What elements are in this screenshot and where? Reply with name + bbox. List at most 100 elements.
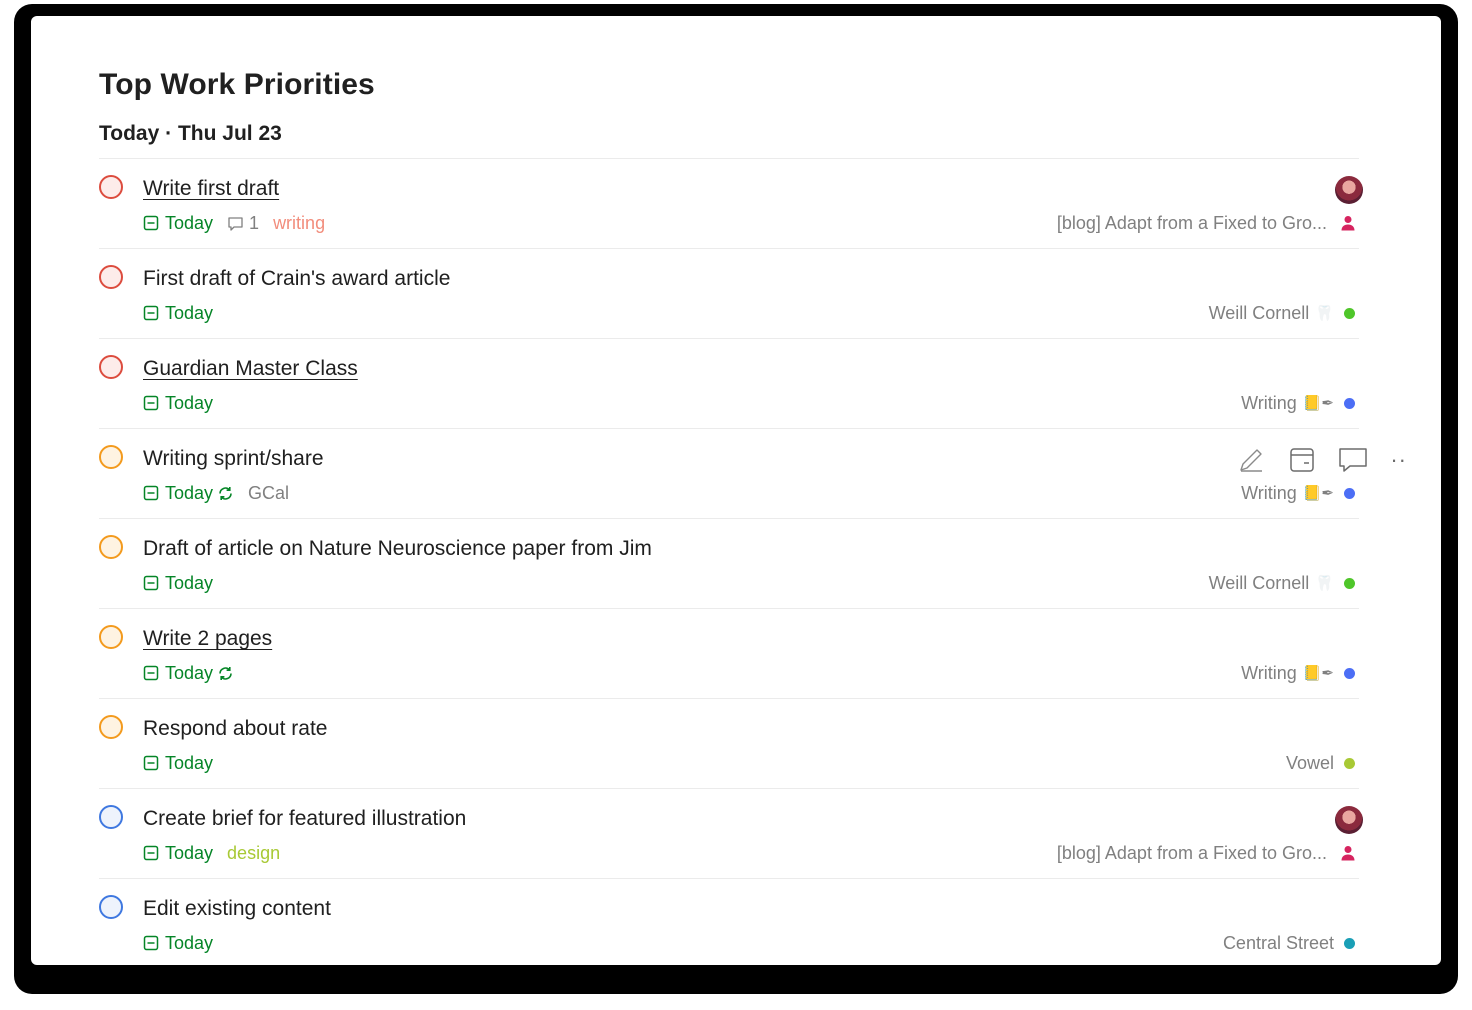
comment-count-label: 1 bbox=[249, 212, 260, 233]
project-info[interactable]: Vowel bbox=[1286, 752, 1355, 774]
calendar-icon bbox=[143, 305, 159, 321]
assignee-person-icon bbox=[1341, 216, 1355, 231]
project-info[interactable]: Central Street bbox=[1223, 932, 1355, 954]
comment-button[interactable] bbox=[1338, 445, 1368, 475]
project-info[interactable]: [blog] Adapt from a Fixed to Gro... bbox=[1057, 212, 1355, 234]
schedule-button[interactable] bbox=[1287, 445, 1317, 475]
project-color-dot bbox=[1344, 667, 1355, 679]
due-date-label: Today bbox=[165, 392, 214, 413]
task-title[interactable]: Writing sprint/share bbox=[143, 447, 324, 471]
due-date-label: Today bbox=[165, 212, 214, 233]
task-row[interactable]: Write first draft Today 1 writing [blog]… bbox=[99, 158, 1363, 248]
priority-2-checkbox[interactable] bbox=[99, 715, 123, 739]
task-row[interactable]: Guardian Master Class Today Writing 📒✒ bbox=[99, 338, 1359, 428]
priority-1-checkbox[interactable] bbox=[99, 265, 123, 289]
calendar-icon bbox=[143, 935, 159, 951]
due-date-label: Today bbox=[165, 842, 214, 863]
tooth-emoji-icon: 🦷 bbox=[1315, 575, 1334, 592]
priority-2-checkbox[interactable] bbox=[99, 535, 123, 559]
project-color-dot bbox=[1344, 577, 1355, 589]
due-date-label: Today bbox=[165, 482, 214, 503]
due-date[interactable]: Today bbox=[143, 843, 213, 864]
task-title[interactable]: Create brief for featured illustration bbox=[143, 807, 466, 831]
project-info[interactable]: Writing 📒✒ bbox=[1241, 662, 1355, 684]
task-row[interactable]: Edit existing content Today Central Stre… bbox=[99, 878, 1359, 965]
calendar-icon bbox=[143, 485, 159, 501]
project-info[interactable]: Writing 📒✒ bbox=[1241, 392, 1355, 414]
due-date-label: Today bbox=[165, 932, 214, 953]
comment-icon bbox=[228, 216, 243, 231]
due-date-label: Today bbox=[165, 302, 214, 323]
task-row[interactable]: Draft of article on Nature Neuroscience … bbox=[99, 518, 1359, 608]
page-title: Top Work Priorities bbox=[99, 68, 375, 101]
task-title[interactable]: Write 2 pages bbox=[143, 627, 272, 651]
project-name: Weill Cornell bbox=[1208, 572, 1310, 593]
project-name: Writing bbox=[1241, 662, 1297, 683]
label-writing[interactable]: writing bbox=[273, 213, 325, 234]
due-date[interactable]: Today bbox=[143, 303, 213, 324]
priority-1-checkbox[interactable] bbox=[99, 355, 123, 379]
project-info[interactable]: Writing 📒✒ bbox=[1241, 482, 1355, 504]
task-row[interactable]: First draft of Crain's award article Tod… bbox=[99, 248, 1359, 338]
project-view: Top Work Priorities Today · Thu Jul 23 W… bbox=[31, 16, 1441, 965]
due-date-label: Today bbox=[165, 572, 214, 593]
recurring-icon bbox=[219, 666, 232, 680]
due-date[interactable]: Today bbox=[143, 483, 234, 504]
comment-count[interactable]: 1 bbox=[227, 213, 259, 234]
project-info[interactable]: Weill Cornell 🦷 bbox=[1209, 302, 1355, 324]
calendar-icon bbox=[143, 665, 159, 681]
due-date[interactable]: Today bbox=[143, 933, 213, 954]
task-row[interactable]: Write 2 pages Today Writing 📒✒ bbox=[99, 608, 1359, 698]
priority-2-checkbox[interactable] bbox=[99, 625, 123, 649]
due-date[interactable]: Today bbox=[143, 753, 213, 774]
due-date-label: Today bbox=[165, 662, 214, 683]
due-date[interactable]: Today bbox=[143, 393, 213, 414]
project-color-dot bbox=[1344, 307, 1355, 319]
comment-icon bbox=[1339, 448, 1368, 472]
calendar-icon bbox=[143, 395, 159, 411]
edit-icon bbox=[1240, 449, 1263, 472]
notebook-pen-emoji-icon: 📒✒ bbox=[1302, 665, 1334, 682]
assignee-avatar[interactable] bbox=[1335, 806, 1363, 834]
task-title[interactable]: Edit existing content bbox=[143, 897, 331, 921]
due-date[interactable]: Today bbox=[143, 573, 213, 594]
assignee-avatar[interactable] bbox=[1335, 176, 1363, 204]
assignee-person-icon bbox=[1341, 846, 1355, 861]
priority-1-checkbox[interactable] bbox=[99, 175, 123, 199]
task-title[interactable]: Write first draft bbox=[143, 177, 279, 201]
task-list: Write first draft Today 1 writing [blog]… bbox=[99, 158, 1406, 965]
project-name: Vowel bbox=[1285, 752, 1334, 773]
project-color-dot bbox=[1344, 487, 1355, 499]
priority-2-checkbox[interactable] bbox=[99, 445, 123, 469]
task-row[interactable]: Writing sprint/share Today GCal ·· Writi… bbox=[99, 428, 1406, 518]
project-info[interactable]: Weill Cornell 🦷 bbox=[1209, 572, 1355, 594]
priority-3-checkbox[interactable] bbox=[99, 805, 123, 829]
project-name: [blog] Adapt from a Fixed to Gro... bbox=[1056, 842, 1327, 863]
edit-button[interactable] bbox=[1236, 445, 1266, 475]
due-date[interactable]: Today bbox=[143, 663, 234, 684]
priority-3-checkbox[interactable] bbox=[99, 895, 123, 919]
notebook-pen-emoji-icon: 📒✒ bbox=[1302, 395, 1334, 412]
calendar-icon bbox=[143, 215, 159, 231]
task-title[interactable]: Draft of article on Nature Neuroscience … bbox=[143, 537, 652, 561]
project-info[interactable]: [blog] Adapt from a Fixed to Gro... bbox=[1057, 842, 1355, 864]
project-color-dot bbox=[1344, 757, 1355, 769]
notebook-pen-emoji-icon: 📒✒ bbox=[1302, 485, 1334, 502]
due-date[interactable]: Today bbox=[143, 213, 213, 234]
due-date-label: Today bbox=[165, 752, 214, 773]
task-title[interactable]: Respond about rate bbox=[143, 717, 327, 741]
task-title[interactable]: First draft of Crain's award article bbox=[143, 267, 450, 291]
task-title[interactable]: Guardian Master Class bbox=[143, 357, 358, 381]
project-name: [blog] Adapt from a Fixed to Gro... bbox=[1056, 212, 1327, 233]
calendar-icon bbox=[143, 575, 159, 591]
task-hover-actions: ·· bbox=[1215, 445, 1407, 475]
task-row[interactable]: Create brief for featured illustration T… bbox=[99, 788, 1363, 878]
more-icon[interactable]: ·· bbox=[1390, 447, 1407, 473]
recurring-icon bbox=[219, 486, 232, 500]
tooth-emoji-icon: 🦷 bbox=[1315, 305, 1334, 322]
task-row[interactable]: Respond about rate Today Vowel bbox=[99, 698, 1359, 788]
label-design[interactable]: design bbox=[227, 843, 280, 864]
section-date-header: Today · Thu Jul 23 bbox=[99, 122, 282, 145]
project-color-dot bbox=[1344, 397, 1355, 409]
project-name: Writing bbox=[1241, 392, 1297, 413]
